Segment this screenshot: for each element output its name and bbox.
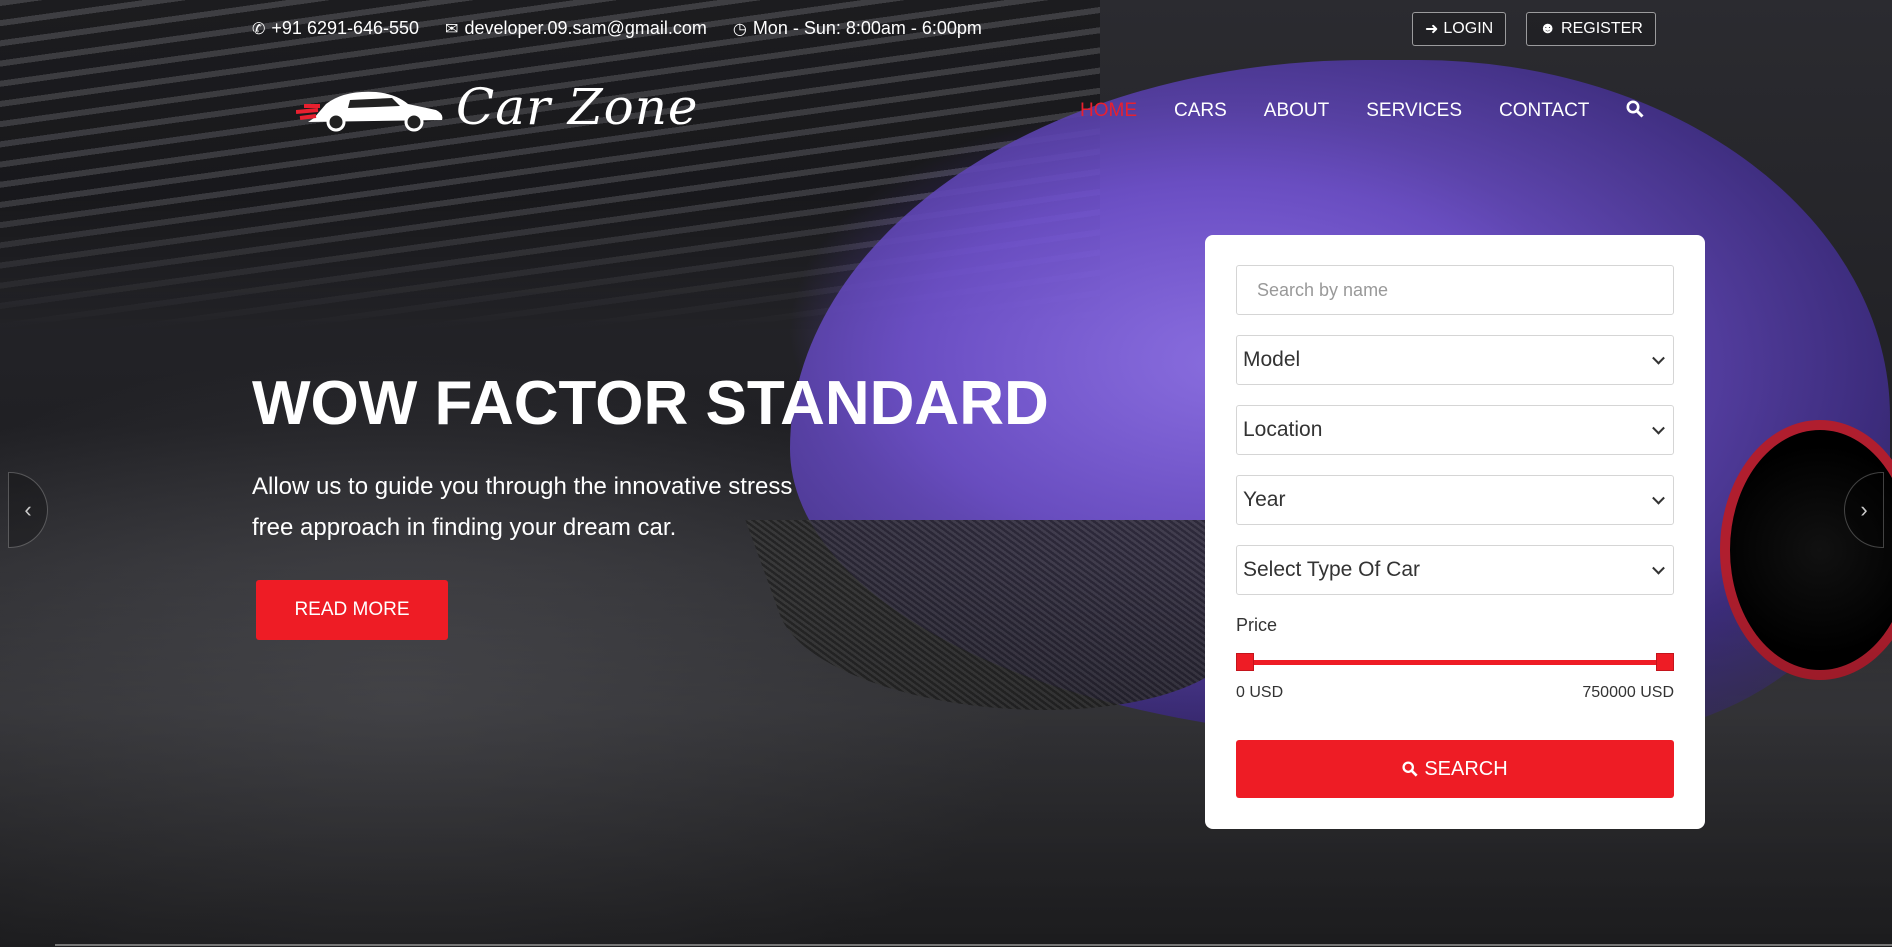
phone-icon: ✆: [252, 20, 266, 38]
price-max-value: 750000 USD: [1582, 684, 1674, 701]
car-type-select[interactable]: Select Type Of Car: [1236, 545, 1674, 595]
email-info[interactable]: ✉ developer.09.sam@gmail.com: [445, 18, 707, 39]
search-name-input[interactable]: Search by name: [1236, 265, 1674, 315]
logo-text: Car Zone: [456, 78, 699, 136]
model-select-value: Model: [1243, 348, 1301, 371]
phone-info[interactable]: ✆ +91 6291-646-550: [252, 18, 419, 39]
chevron-down-icon: [1652, 561, 1665, 575]
search-icon: [1402, 761, 1418, 777]
price-slider-max-handle[interactable]: [1656, 653, 1674, 671]
search-name-placeholder: Search by name: [1257, 279, 1389, 300]
main-nav: HOME CARS ABOUT SERVICES CONTACT: [1080, 100, 1644, 124]
chevron-down-icon: [1652, 421, 1665, 435]
price-slider-min-handle[interactable]: [1236, 653, 1254, 671]
price-range-values: 0 USD 750000 USD: [1236, 684, 1674, 702]
register-button[interactable]: ☻ REGISTER: [1526, 12, 1656, 46]
login-label: LOGIN: [1443, 20, 1494, 37]
hours-info: ◷ Mon - Sun: 8:00am - 6:00pm: [733, 18, 982, 39]
price-min-value: 0 USD: [1236, 684, 1284, 701]
nav-item-services[interactable]: SERVICES: [1366, 100, 1462, 124]
car-logo-icon: [296, 91, 443, 132]
nav-item-contact[interactable]: CONTACT: [1499, 100, 1589, 124]
phone-number: +91 6291-646-550: [271, 18, 420, 38]
car-type-select-value: Select Type Of Car: [1243, 558, 1421, 581]
car-search-panel: Search by name Model Location Year Selec…: [1205, 235, 1705, 829]
opening-hours: Mon - Sun: 8:00am - 6:00pm: [752, 18, 982, 38]
search-button[interactable]: SEARCH: [1236, 740, 1674, 798]
email-address: developer.09.sam@gmail.com: [464, 18, 707, 38]
login-icon: ➜: [1425, 21, 1439, 38]
price-slider-track: [1236, 660, 1674, 665]
top-info-bar: ✆ +91 6291-646-550 ✉ developer.09.sam@gm…: [252, 18, 982, 39]
year-select-value: Year: [1243, 488, 1286, 511]
read-more-button[interactable]: READ MORE: [256, 580, 448, 640]
chevron-right-icon: ›: [1860, 497, 1868, 522]
year-select[interactable]: Year: [1236, 475, 1674, 525]
clock-icon: ◷: [732, 20, 747, 38]
search-button-label: SEARCH: [1424, 757, 1508, 780]
location-select-value: Location: [1243, 418, 1323, 441]
nav-item-cars[interactable]: CARS: [1174, 100, 1227, 124]
price-label: Price: [1236, 615, 1278, 635]
price-range-slider[interactable]: [1236, 652, 1674, 672]
hero-headline: WOW FACTOR STANDARD: [252, 369, 1049, 438]
user-icon: ☻: [1539, 20, 1557, 37]
register-label: REGISTER: [1561, 20, 1643, 37]
envelope-icon: ✉: [445, 20, 459, 38]
auth-buttons: ➜ LOGIN ☻ REGISTER: [1412, 12, 1656, 46]
chevron-left-icon: ‹: [24, 497, 32, 522]
bottom-divider: [55, 944, 1892, 946]
nav-item-home[interactable]: HOME: [1080, 100, 1137, 124]
hero-subtext: Allow us to guide you through the innova…: [252, 473, 793, 541]
site-logo[interactable]: Car Zone: [296, 78, 699, 136]
login-button[interactable]: ➜ LOGIN: [1412, 12, 1507, 46]
nav-item-about[interactable]: ABOUT: [1264, 100, 1329, 124]
chevron-down-icon: [1652, 351, 1665, 365]
chevron-down-icon: [1652, 491, 1665, 505]
model-select[interactable]: Model: [1236, 335, 1674, 385]
location-select[interactable]: Location: [1236, 405, 1674, 455]
search-icon[interactable]: [1626, 100, 1644, 124]
